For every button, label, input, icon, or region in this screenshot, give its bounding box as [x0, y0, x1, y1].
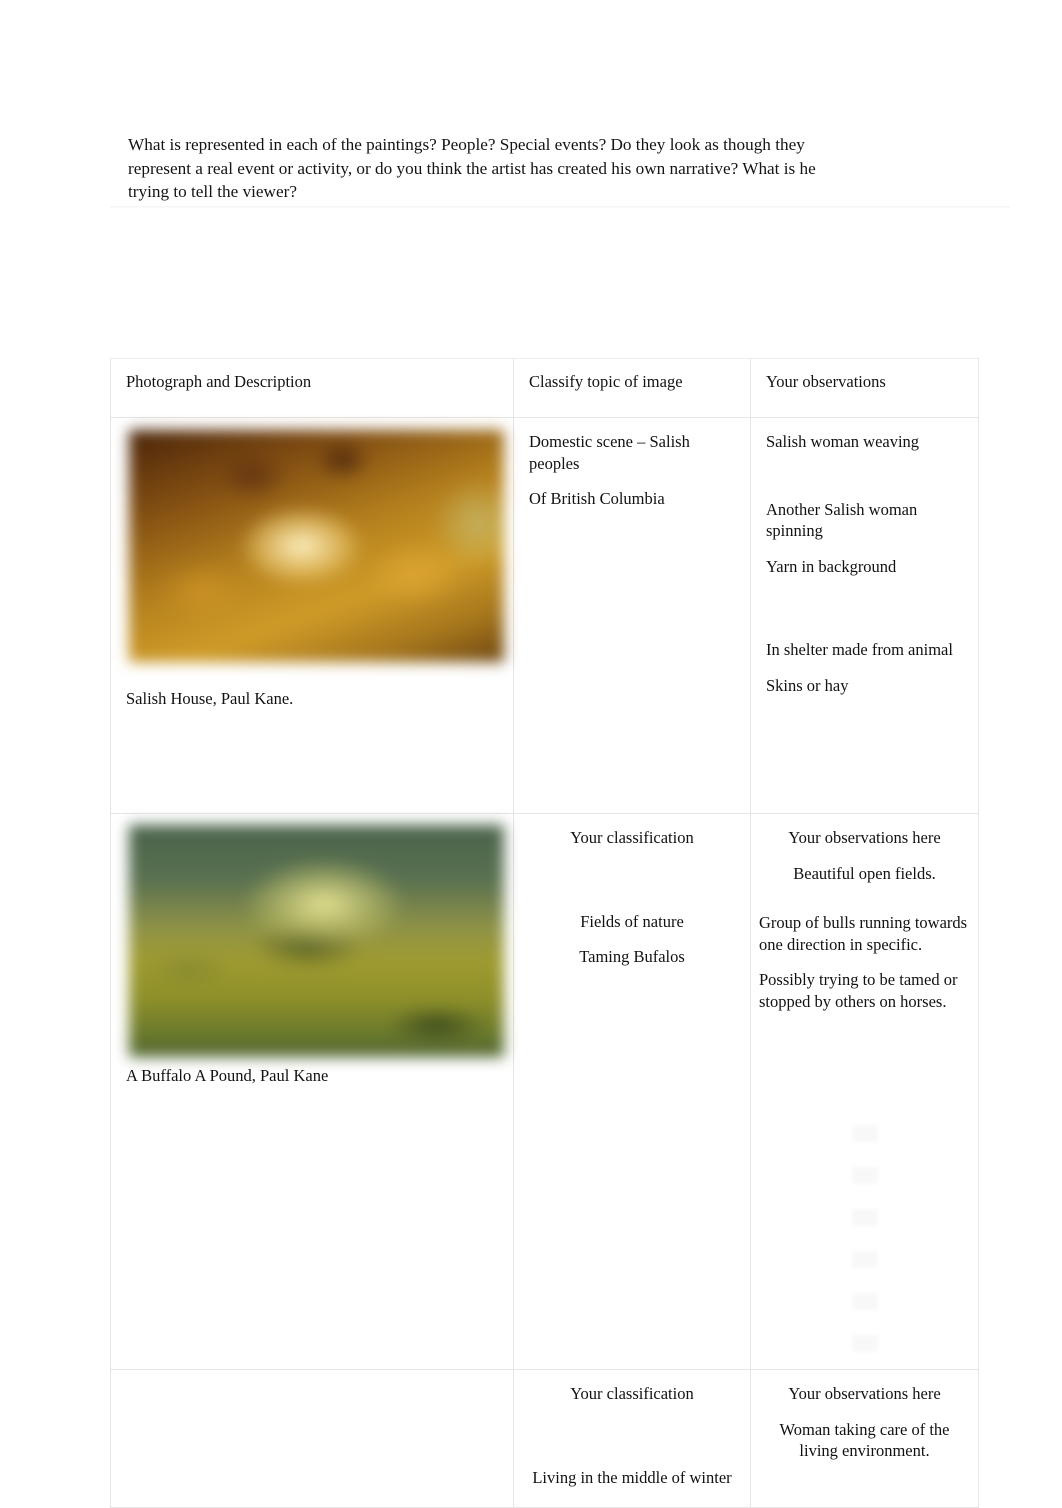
row1-classification-line-2: Of British Columbia: [529, 489, 665, 508]
row1-observation-2: Another Salish woman spinning: [766, 499, 918, 541]
row3-observations-prompt: Your observations here: [788, 1384, 941, 1403]
row2-observation-1: Beautiful open fields.: [793, 863, 936, 883]
row1-observation-1: Salish woman weaving: [766, 432, 920, 451]
row1-photograph-cell: Salish House, Paul Kane.: [110, 417, 514, 814]
row1-observation-4: In shelter made from animal: [766, 640, 953, 659]
table-header-row: Photograph and Description Classify topi…: [110, 358, 979, 418]
row3-classification-cell: Your classification Living in the middle…: [513, 1369, 751, 1508]
row3-observations-cell: Your observations here Woman taking care…: [750, 1369, 979, 1508]
row2-caption: A Buffalo A Pound, Paul Kane: [126, 1066, 329, 1085]
table-header-cell-classify: Classify topic of image: [513, 358, 751, 418]
row2-classification-cell: Your classification Fields of nature Tam…: [513, 813, 751, 1370]
table-row: Your classification Living in the middle…: [110, 1369, 979, 1508]
column-header-classify: Classify topic of image: [529, 372, 683, 391]
table-row: A Buffalo A Pound, Paul Kane Your classi…: [110, 813, 979, 1370]
row1-observations-cell: Salish woman weaving Another Salish woma…: [750, 417, 979, 814]
column-header-photograph: Photograph and Description: [126, 372, 312, 391]
table-header-cell-observations: Your observations: [750, 358, 979, 418]
row3-photograph-cell: [110, 1369, 514, 1508]
row1-observation-5: Skins or hay: [766, 675, 849, 695]
paintings-analysis-table: Photograph and Description Classify topi…: [110, 358, 979, 1508]
a-buffalo-a-pound-painting: [126, 823, 505, 1059]
a-buffalo-a-pound-painting-image: [128, 824, 505, 1058]
salish-house-painting: [126, 428, 505, 664]
table-header-cell-photograph: Photograph and Description: [110, 358, 514, 418]
row2-observations-cell: Your observations here Beautiful open fi…: [750, 813, 979, 1370]
row2-observations-prompt: Your observations here: [788, 828, 941, 847]
row2-classification-prompt: Your classification: [570, 828, 694, 847]
column-header-observations: Your observations: [766, 372, 886, 391]
row1-observation-3: Yarn in background: [766, 556, 897, 576]
header-divider: [110, 206, 1010, 209]
intro-paragraph: What is represented in each of the paint…: [128, 135, 816, 201]
row2-observation-3: Possibly trying to be tamed or stopped b…: [759, 970, 958, 1011]
table-row: Salish House, Paul Kane. Domestic scene …: [110, 417, 979, 814]
row2-classification-line-2: Taming Bufalos: [579, 947, 685, 966]
row3-classification-line-1: Living in the middle of winter: [532, 1467, 732, 1487]
row3-classification-prompt: Your classification: [570, 1384, 694, 1403]
salish-house-painting-image: [128, 429, 505, 663]
row1-classification-line-1: Domestic scene – Salish peoples: [529, 432, 690, 473]
row2-observation-2: Group of bulls running towards one direc…: [759, 913, 968, 954]
row3-observation-1: Woman taking care of the living environm…: [779, 1419, 950, 1461]
row1-caption: Salish House, Paul Kane.: [126, 689, 294, 708]
row2-photograph-cell: A Buffalo A Pound, Paul Kane: [110, 813, 514, 1370]
row2-classification-line-1: Fields of nature: [580, 911, 684, 931]
row1-classification-cell: Domestic scene – Salish peoples Of Briti…: [513, 417, 751, 814]
